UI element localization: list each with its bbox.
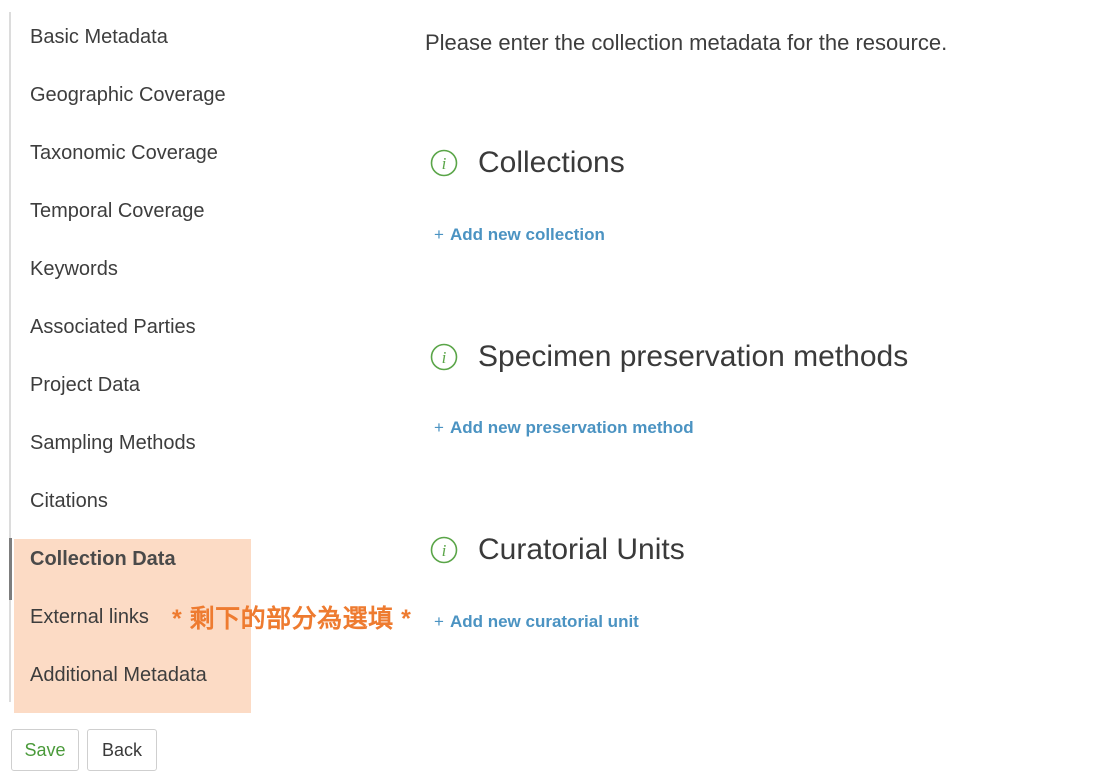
sidebar-item-sampling-methods[interactable]: Sampling Methods [30,431,196,455]
plus-icon: + [434,418,444,437]
sidebar-item-basic-metadata[interactable]: Basic Metadata [30,25,168,49]
page: Basic Metadata Geographic Coverage Taxon… [0,0,1108,772]
section-title-text: Collections [478,146,625,179]
sidebar-item-associated-parties[interactable]: Associated Parties [30,315,196,339]
sidebar-item-external-links[interactable]: External links [30,605,149,629]
section-title-text: Specimen preservation methods [478,340,909,373]
active-item-marker [9,538,12,600]
info-icon[interactable]: i [430,149,458,177]
section-title-curatorial-units: i Curatorial Units [430,533,685,567]
sidebar-item-collection-data[interactable]: Collection Data [30,547,176,571]
sidebar-item-keywords[interactable]: Keywords [30,257,118,281]
section-title-collections: i Collections [430,146,625,180]
sidebar-item-temporal-coverage[interactable]: Temporal Coverage [30,199,205,223]
add-new-curatorial-unit-link[interactable]: + Add new curatorial unit [434,612,639,632]
page-intro: Please enter the collection metadata for… [425,30,948,55]
save-button[interactable]: Save [11,729,79,771]
add-link-label: Add new curatorial unit [449,612,639,631]
add-link-label: Add new preservation method [449,418,694,437]
add-link-label: Add new collection [449,225,605,244]
sidebar-item-citations[interactable]: Citations [30,489,108,513]
sidebar-item-project-data[interactable]: Project Data [30,373,140,397]
sidebar-item-geographic-coverage[interactable]: Geographic Coverage [30,83,226,107]
info-icon[interactable]: i [430,536,458,564]
plus-icon: + [434,612,444,631]
back-button[interactable]: Back [87,729,157,771]
optional-sections-note: * 剩下的部分為選填 * [172,605,412,633]
svg-text:i: i [442,154,447,173]
sidebar-item-additional-metadata[interactable]: Additional Metadata [30,663,207,687]
section-title-preservation-methods: i Specimen preservation methods [430,340,908,374]
section-title-text: Curatorial Units [478,533,685,566]
info-icon[interactable]: i [430,343,458,371]
svg-text:i: i [442,348,447,367]
plus-icon: + [434,225,444,244]
add-new-collection-link[interactable]: + Add new collection [434,225,605,245]
sidebar-item-taxonomic-coverage[interactable]: Taxonomic Coverage [30,141,218,165]
add-new-preservation-method-link[interactable]: + Add new preservation method [434,418,694,438]
svg-text:i: i [442,541,447,560]
